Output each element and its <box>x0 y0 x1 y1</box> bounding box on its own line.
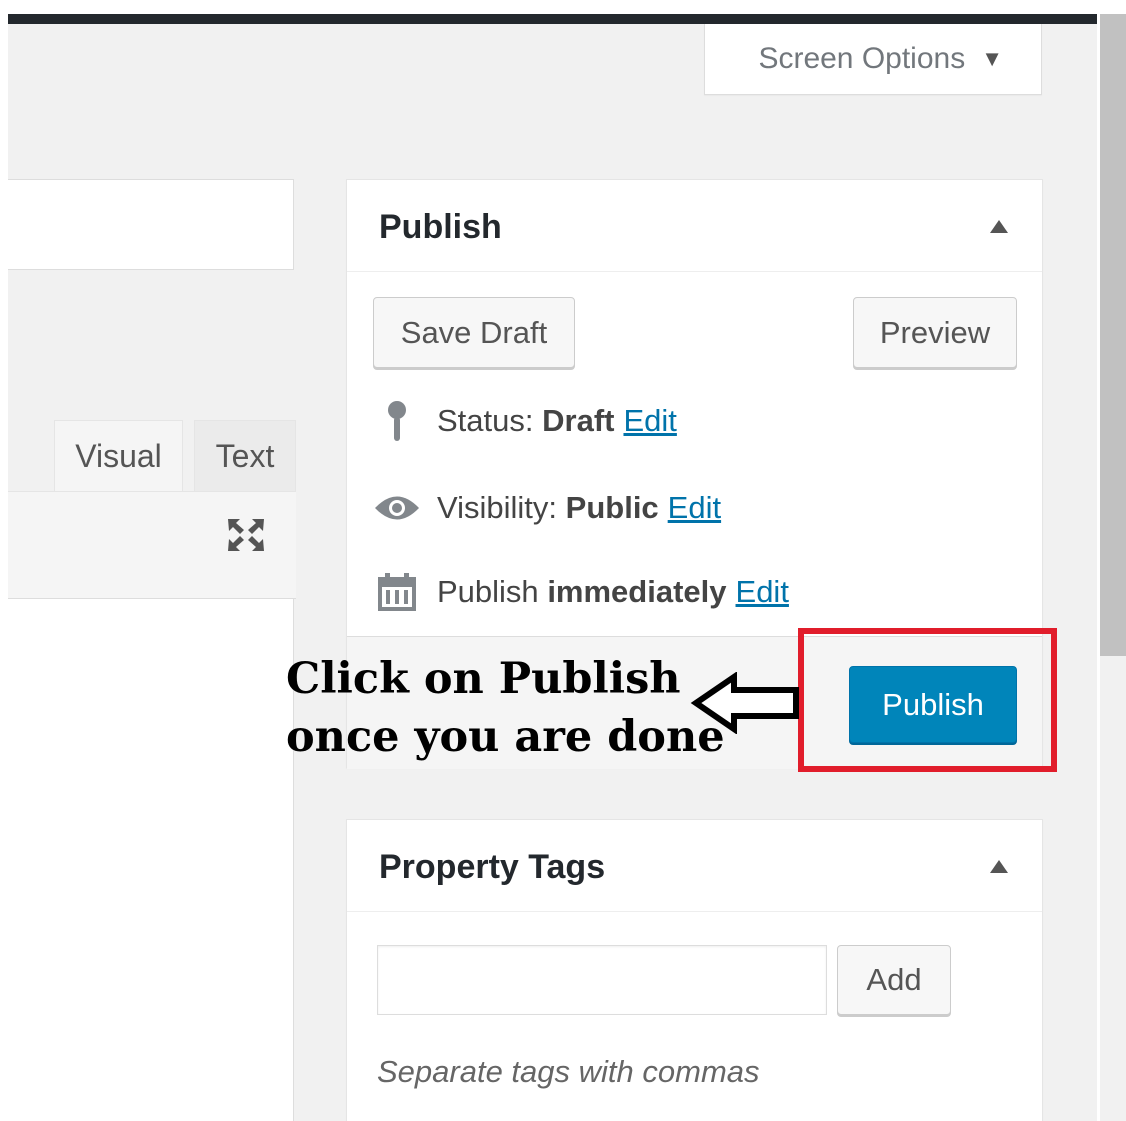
tags-box-title: Property Tags <box>379 848 606 886</box>
tag-input[interactable] <box>377 945 827 1015</box>
highlight-box <box>798 628 1057 772</box>
editor-content-area[interactable] <box>8 599 294 1121</box>
scrollbar-thumb[interactable] <box>1100 14 1126 656</box>
tab-visual[interactable]: Visual <box>54 420 183 491</box>
status-label: Status: <box>437 403 534 438</box>
status-value: Draft <box>542 403 615 438</box>
post-title-input[interactable] <box>8 179 294 270</box>
screen-options-label: Screen Options <box>758 42 966 75</box>
annotation-line-1: Click on Publish <box>286 654 681 704</box>
schedule-row: Publish immediately Edit <box>373 567 789 617</box>
publish-box-title: Publish <box>379 208 502 246</box>
annotation-line-2: once you are done <box>286 712 725 762</box>
admin-bar <box>0 0 1097 24</box>
edit-visibility-link[interactable]: Edit <box>668 490 721 526</box>
screen-options-button[interactable]: Screen Options ▼ <box>704 24 1042 95</box>
schedule-label: Publish <box>437 574 539 609</box>
collapse-arrow-icon[interactable] <box>990 220 1008 233</box>
property-tags-box: Property Tags Add Separate tags with com… <box>346 819 1043 1121</box>
eye-icon <box>373 486 421 530</box>
save-draft-button[interactable]: Save Draft <box>373 297 575 368</box>
pin-icon <box>373 399 421 443</box>
edit-status-link[interactable]: Edit <box>623 403 676 439</box>
annotation-text: Click on Publish once you are done <box>286 650 725 766</box>
status-row: Status: Draft Edit <box>373 396 677 446</box>
expand-icon[interactable] <box>224 515 268 555</box>
arrow-left-icon <box>690 672 799 734</box>
edit-schedule-link[interactable]: Edit <box>736 574 789 610</box>
preview-button[interactable]: Preview <box>853 297 1017 368</box>
caret-down-icon: ▼ <box>981 46 1003 71</box>
tags-box-header[interactable]: Property Tags <box>347 820 1042 912</box>
schedule-value: immediately <box>547 574 727 609</box>
add-tag-button[interactable]: Add <box>837 945 951 1015</box>
admin-bar-strip <box>8 14 1097 24</box>
tags-hint: Separate tags with commas <box>377 1054 760 1089</box>
left-edge <box>0 0 8 1121</box>
visibility-row: Visibility: Public Edit <box>373 483 721 533</box>
calendar-icon <box>373 570 421 614</box>
collapse-arrow-icon[interactable] <box>990 860 1008 873</box>
visibility-value: Public <box>565 490 659 525</box>
visibility-label: Visibility: <box>437 490 558 525</box>
tab-text[interactable]: Text <box>194 420 296 491</box>
publish-box-header[interactable]: Publish <box>347 180 1042 272</box>
